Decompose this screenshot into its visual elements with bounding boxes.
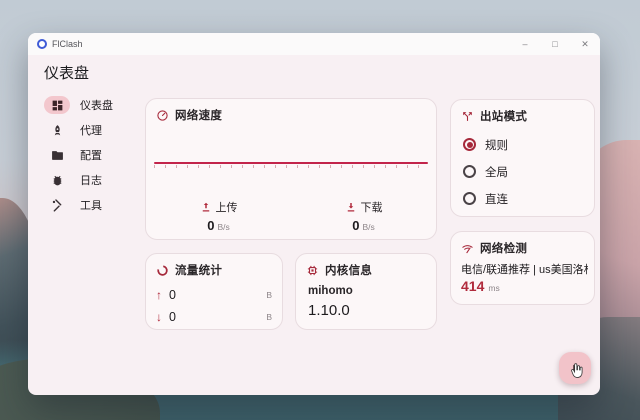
main-content: 仪表盘 仪表盘 代理 配置: [28, 55, 600, 395]
network-check-card[interactable]: 网络检测 电信/联通推荐 | us美国洛杉... 414 ms: [450, 231, 595, 305]
play-icon: [569, 362, 582, 375]
upload-icon: [200, 201, 212, 213]
rocket-icon: [44, 121, 70, 139]
sidebar-item-label: 代理: [80, 122, 102, 138]
traffic-upload-value: 0: [169, 288, 176, 302]
network-check-latency-row: 414 ms: [461, 278, 500, 294]
traffic-stats-header: 流量统计: [156, 262, 222, 278]
sidebar-item-label: 配置: [80, 147, 102, 163]
down-arrow-icon: ↓: [156, 310, 162, 324]
latency-unit: ms: [488, 283, 499, 293]
mode-option-global[interactable]: 全局: [463, 158, 586, 185]
window-title: FlClash: [52, 39, 83, 49]
mode-option-direct[interactable]: 直连: [463, 185, 586, 212]
speed-stats: 上传 0 B/s 下载 0 B/s: [146, 199, 436, 233]
core-name: mihomo: [308, 285, 353, 297]
download-icon: [345, 201, 357, 213]
sidebar-item-label: 工具: [80, 197, 102, 213]
card-title: 流量统计: [175, 262, 222, 278]
bug-icon: [44, 171, 70, 189]
sidebar-item-label: 仪表盘: [80, 97, 113, 113]
maximize-button[interactable]: □: [540, 33, 570, 55]
download-unit: B/s: [362, 222, 374, 232]
radio-unselected-icon: [463, 192, 476, 205]
core-info-header: 内核信息: [306, 262, 372, 278]
traffic-stats-card: 流量统计 ↑ 0 B ↓ 0 B: [145, 253, 283, 330]
sidebar: 仪表盘 代理 配置 日志: [44, 95, 146, 220]
traffic-download-row: ↓ 0 B: [156, 306, 272, 328]
card-title: 网络检测: [480, 240, 527, 256]
traffic-download-unit: B: [266, 312, 272, 322]
network-check-header: 网络检测: [461, 240, 527, 256]
sidebar-item-label: 日志: [80, 172, 102, 188]
mode-option-label: 规则: [485, 137, 508, 153]
wifi-check-icon: [461, 242, 474, 255]
traffic-upload-row: ↑ 0 B: [156, 284, 272, 306]
mode-option-label: 全局: [485, 164, 508, 180]
sidebar-item-profiles[interactable]: 配置: [44, 145, 146, 165]
sidebar-item-tools[interactable]: 工具: [44, 195, 146, 215]
tools-icon: [44, 196, 70, 214]
outbound-mode-options: 规则 全局 直连: [463, 131, 586, 212]
sidebar-item-proxies[interactable]: 代理: [44, 120, 146, 140]
titlebar[interactable]: FlClash – □ ✕: [28, 33, 600, 55]
call-split-icon: [461, 110, 474, 123]
outbound-mode-card: 出站模式 规则 全局 直连: [450, 99, 595, 217]
flclash-window: FlClash – □ ✕ 仪表盘 仪表盘 代理: [28, 33, 600, 395]
folder-icon: [44, 146, 70, 164]
close-button[interactable]: ✕: [570, 33, 600, 55]
card-title: 内核信息: [325, 262, 372, 278]
speed-chart-ticks: [154, 165, 428, 168]
speedometer-icon: [156, 109, 169, 122]
data-usage-icon: [156, 264, 169, 277]
network-speed-card: 网络速度 上传 0 B/s 下载: [145, 98, 437, 240]
latency-value: 414: [461, 278, 484, 294]
page-title: 仪表盘: [44, 62, 89, 83]
sidebar-item-logs[interactable]: 日志: [44, 170, 146, 190]
card-title: 出站模式: [480, 108, 527, 124]
memory-chip-icon: [306, 264, 319, 277]
flclash-logo-icon: [37, 39, 47, 49]
speed-chart-line: [154, 162, 428, 164]
start-proxy-fab[interactable]: [559, 352, 591, 384]
traffic-rows: ↑ 0 B ↓ 0 B: [156, 284, 272, 328]
upload-unit: B/s: [217, 222, 229, 232]
traffic-download-value: 0: [169, 310, 176, 324]
minimize-button[interactable]: –: [510, 33, 540, 55]
sidebar-item-dashboard[interactable]: 仪表盘: [44, 95, 146, 115]
network-check-provider: 电信/联通推荐 | us美国洛杉...: [461, 261, 588, 277]
download-value: 0: [352, 218, 359, 233]
outbound-mode-header: 出站模式: [461, 108, 527, 124]
core-info-card: 内核信息 mihomo 1.10.0: [295, 253, 437, 330]
download-stat: 下载 0 B/s: [291, 199, 436, 233]
core-version: 1.10.0: [308, 302, 350, 319]
dashboard-icon: [44, 96, 70, 114]
download-label: 下载: [361, 199, 383, 215]
window-controls: – □ ✕: [510, 33, 600, 55]
radio-unselected-icon: [463, 165, 476, 178]
traffic-upload-unit: B: [266, 290, 272, 300]
upload-value: 0: [207, 218, 214, 233]
network-speed-header: 网络速度: [156, 107, 222, 123]
card-title: 网络速度: [175, 107, 222, 123]
radio-selected-icon: [463, 138, 476, 151]
mode-option-rule[interactable]: 规则: [463, 131, 586, 158]
upload-stat: 上传 0 B/s: [146, 199, 291, 233]
up-arrow-icon: ↑: [156, 288, 162, 302]
upload-label: 上传: [216, 199, 238, 215]
mode-option-label: 直连: [485, 191, 508, 207]
